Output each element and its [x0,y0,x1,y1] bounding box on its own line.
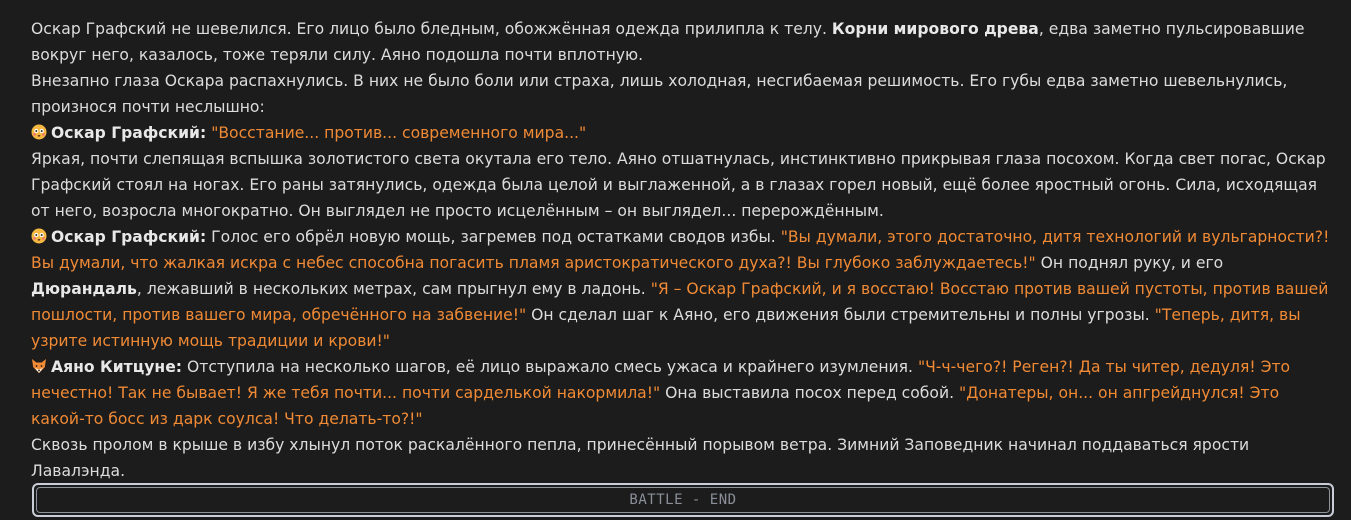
speaker-name: Оскар Графский: [51,228,207,246]
narration-text: Отступила на несколько шагов, её лицо вы… [182,358,918,376]
narration-paragraph: Яркая, почти слепящая вспышка золотистог… [31,146,1336,224]
speaker-name: Аяно Китцуне: [51,358,183,376]
narration-paragraph: Внезапно глаза Оскара распахнулись. В ни… [31,68,1336,120]
narration-text: Он сделал шаг к Аяно, его движения были … [526,306,1155,324]
narration-text: , лежавший в нескольких метрах, сам прыг… [136,280,651,298]
narration-text: Яркая, почти слепящая вспышка золотистог… [31,150,1326,220]
narration-text: Она выставила посох перед собой. [660,384,960,402]
fox-face-icon [31,356,47,373]
battle-end-frame: BATTLE - END [36,487,1330,513]
bold-term: Дюрандаль [31,280,137,298]
narration-text: Он поднял руку, и его [1035,254,1224,272]
dialogue-paragraph: Оскар Графский: Голос его обрёл новую мо… [31,224,1336,354]
narration-paragraph: Сквозь пролом в крыше в избу хлынул пото… [31,432,1336,484]
story-text: Оскар Графский не шевелился. Его лицо бы… [31,16,1336,484]
flushed-face-icon [31,122,47,140]
bold-term: Корни мирового древа [831,20,1039,38]
flushed-face-icon [31,226,47,244]
narration-text: Внезапно глаза Оскара распахнулись. В ни… [31,72,1288,116]
dialogue-paragraph: Аяно Китцуне: Отступила на несколько шаг… [31,354,1336,432]
battle-end-label: BATTLE - END [629,492,737,508]
speaker-name: Оскар Графский: [51,124,207,142]
narration-text: Сквозь пролом в крыше в избу хлынул пото… [31,436,1250,480]
narration-paragraph: Оскар Графский не шевелился. Его лицо бы… [31,16,1336,68]
dialogue-quote: "Восстание... против... современного мир… [211,124,587,142]
dialogue-paragraph: Оскар Графский: "Восстание... против... … [31,120,1336,146]
narration-text: Голос его обрёл новую мощь, загремев под… [206,228,781,246]
battle-end-banner: BATTLE - END [32,483,1334,517]
narration-text: Оскар Графский не шевелился. Его лицо бы… [31,20,832,38]
